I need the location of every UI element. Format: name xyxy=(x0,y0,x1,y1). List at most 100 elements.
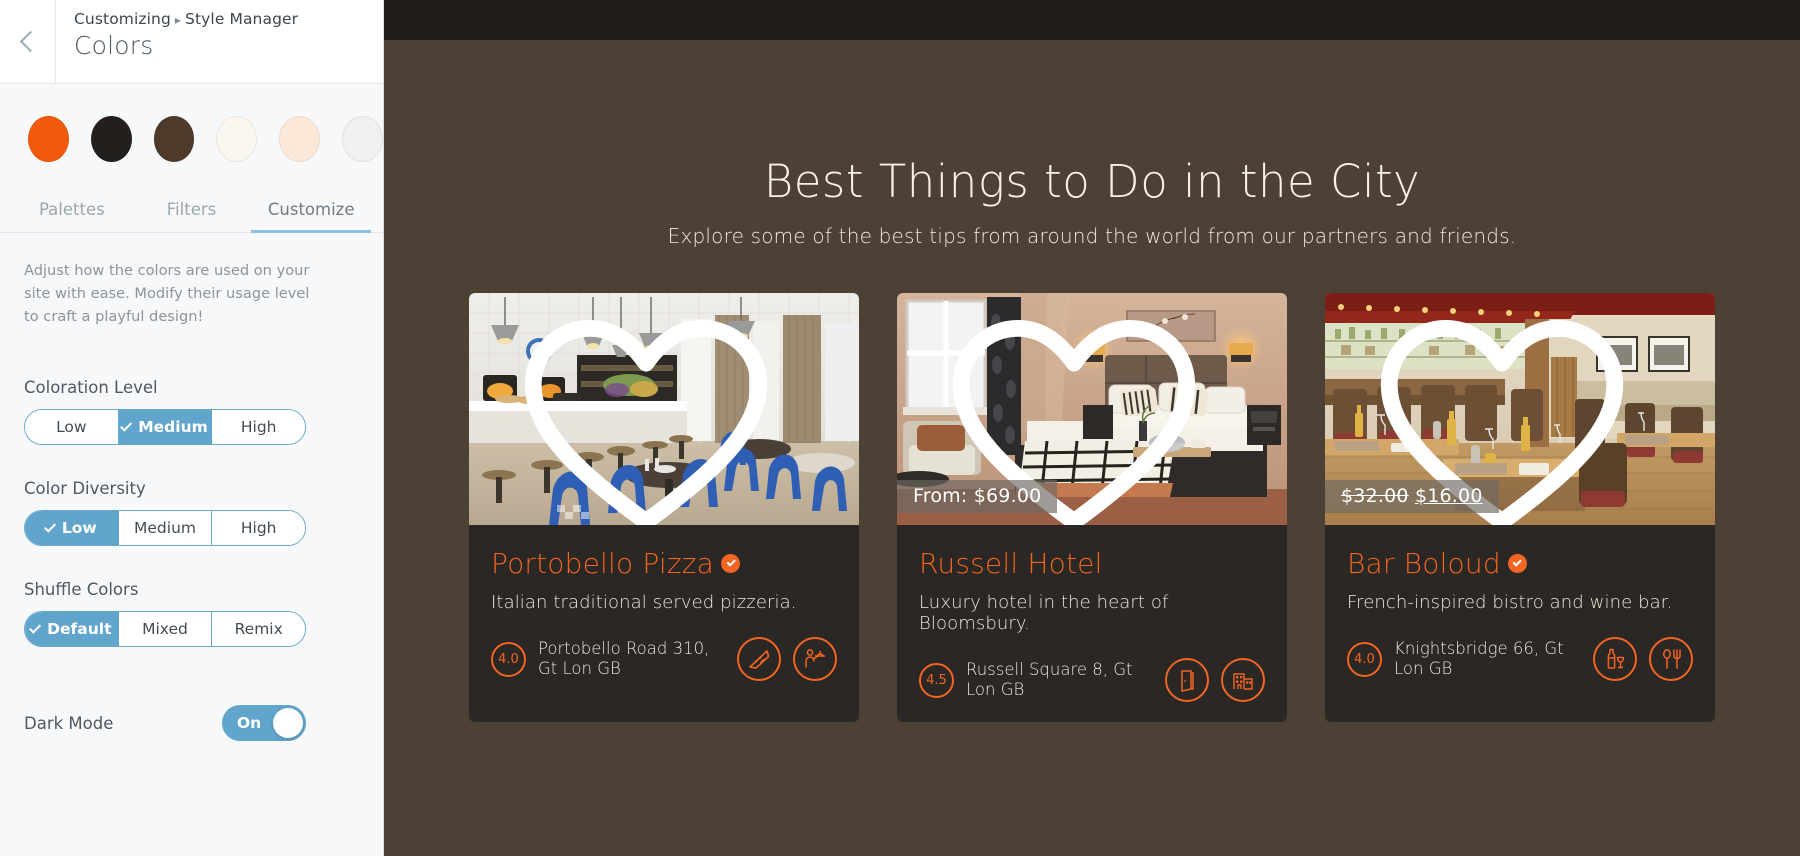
tab-customize[interactable]: Customize xyxy=(251,190,371,233)
card-description: French-inspired bistro and wine bar. xyxy=(1347,592,1673,613)
card-image-hotel: From: $69.00 xyxy=(897,293,1287,525)
dark-mode-label: Dark Mode xyxy=(24,713,114,733)
option-shuffle-remix[interactable]: Remix xyxy=(212,612,305,646)
toggle-knob xyxy=(273,708,303,738)
option-label: Low xyxy=(61,519,97,537)
rating-badge: 4.0 xyxy=(491,641,526,677)
card-title-text: Portobello Pizza xyxy=(491,547,715,580)
swatch-orange[interactable] xyxy=(28,116,69,162)
control-label-shuffle-colors: Shuffle Colors xyxy=(24,580,139,599)
card-description: Luxury hotel in the heart of Bloomsbury. xyxy=(919,592,1169,634)
price-current: $16.00 xyxy=(1414,485,1483,507)
verified-badge-icon xyxy=(1507,554,1527,573)
card-bar-boloud[interactable]: $32.00 $16.00 Bar Boloud French-inspired… xyxy=(1325,293,1715,722)
card-address: Russell Square 8, Gt Lon GB xyxy=(966,660,1133,699)
panel-body: Adjust how the colors are used on your s… xyxy=(0,233,383,741)
option-label: Remix xyxy=(234,620,283,638)
card-footer: 4.5 Russell Square 8, Gt Lon GB xyxy=(919,658,1265,702)
card-address: Knightsbridge 66, Gt Lon GB xyxy=(1394,639,1564,678)
card-action-icons xyxy=(1593,637,1693,681)
option-label: Low xyxy=(56,418,87,436)
swatch-peach[interactable] xyxy=(279,116,321,162)
tab-filters[interactable]: Filters xyxy=(132,190,252,232)
card-address: Portobello Road 310, Gt Lon GB xyxy=(538,639,710,678)
option-label: Mixed xyxy=(142,620,188,638)
preview-topbar xyxy=(384,0,1800,40)
option-coloration-medium[interactable]: Medium xyxy=(118,410,213,444)
option-label: Medium xyxy=(138,418,208,436)
swatch-brown[interactable] xyxy=(153,116,195,162)
check-icon xyxy=(120,419,133,432)
heart-outline-icon[interactable] xyxy=(469,309,841,525)
card-action-icons xyxy=(1165,658,1265,702)
price-original: $32.00 xyxy=(1341,485,1409,507)
price-current: From: $69.00 xyxy=(913,485,1042,507)
breadcrumb-parent[interactable]: Customizing xyxy=(74,10,171,28)
hero-title: Best Things to Do in the City xyxy=(763,155,1421,208)
price-badge: $32.00 $16.00 xyxy=(1325,480,1499,513)
control-shuffle-colors: Shuffle Colors Default Mixed Remix xyxy=(24,580,359,647)
control-label-coloration-level: Coloration Level xyxy=(24,378,158,397)
card-action-icons xyxy=(737,637,837,681)
pizza-slice-icon[interactable] xyxy=(737,637,781,681)
card-grid: Portobello Pizza Italian traditional ser… xyxy=(384,293,1800,722)
site-preview: Best Things to Do in the City Explore so… xyxy=(384,0,1800,856)
option-coloration-high[interactable]: High xyxy=(212,410,305,444)
card-body: Portobello Pizza Italian traditional ser… xyxy=(469,525,859,701)
control-label-color-diversity: Color Diversity xyxy=(24,479,146,498)
card-body: Bar Boloud French-inspired bistro and wi… xyxy=(1325,525,1715,701)
card-title-text: Russell Hotel xyxy=(919,547,1103,580)
option-diversity-high[interactable]: High xyxy=(212,511,305,545)
option-label: Medium xyxy=(134,519,196,537)
breadcrumb: Customizing ▸ Style Manager xyxy=(74,10,383,28)
app-screen: Customizing ▸ Style Manager Colors Palette… xyxy=(0,0,1800,856)
card-portobello-pizza[interactable]: Portobello Pizza Italian traditional ser… xyxy=(469,293,859,722)
swatch-black[interactable] xyxy=(90,116,132,162)
segmented-shuffle-colors: Default Mixed Remix xyxy=(24,611,306,647)
waiter-tray-icon[interactable] xyxy=(793,637,837,681)
panel-tabs: Palettes Filters Customize xyxy=(0,190,383,233)
card-body: Russell Hotel Luxury hotel in the heart … xyxy=(897,525,1287,722)
card-russell-hotel[interactable]: From: $69.00 Russell Hotel Luxury hotel … xyxy=(897,293,1287,722)
wine-bottle-glass-icon[interactable] xyxy=(1593,637,1637,681)
door-icon[interactable] xyxy=(1165,658,1209,702)
option-label: High xyxy=(240,519,277,537)
card-image-bistro: $32.00 $16.00 xyxy=(1325,293,1715,525)
option-diversity-low[interactable]: Low xyxy=(25,511,119,545)
hero-section: Best Things to Do in the City Explore so… xyxy=(384,40,1800,248)
swatch-grey[interactable] xyxy=(342,116,383,162)
segmented-color-diversity: Low Medium High xyxy=(24,510,306,546)
control-coloration-level: Coloration Level Low Medium High xyxy=(24,378,359,445)
option-shuffle-mixed[interactable]: Mixed xyxy=(118,612,213,646)
verified-badge-icon xyxy=(721,554,741,573)
check-icon xyxy=(29,621,42,634)
option-label: High xyxy=(240,418,277,436)
swatch-cream[interactable] xyxy=(216,116,258,162)
hotel-building-icon[interactable] xyxy=(1221,658,1265,702)
option-coloration-low[interactable]: Low xyxy=(25,410,119,444)
back-button[interactable] xyxy=(0,0,56,83)
control-color-diversity: Color Diversity Low Medium High xyxy=(24,479,359,546)
panel-description: Adjust how the colors are used on your s… xyxy=(24,262,310,325)
option-diversity-medium[interactable]: Medium xyxy=(118,511,213,545)
card-description: Italian traditional served pizzeria. xyxy=(491,592,797,613)
card-footer: 4.0 Knightsbridge 66, Gt Lon GB xyxy=(1347,637,1693,681)
chevron-left-icon xyxy=(19,30,41,53)
cutlery-icon[interactable] xyxy=(1649,637,1693,681)
card-image-pizzeria xyxy=(469,293,859,525)
check-icon xyxy=(43,520,57,533)
page-title: Colors xyxy=(74,31,154,60)
option-shuffle-default[interactable]: Default xyxy=(25,612,119,646)
tab-palettes[interactable]: Palettes xyxy=(12,190,132,232)
rating-badge: 4.0 xyxy=(1347,641,1382,677)
rating-badge: 4.5 xyxy=(919,662,954,698)
segmented-coloration-level: Low Medium High xyxy=(24,409,306,445)
color-swatch-row xyxy=(0,84,383,162)
dark-mode-row: Dark Mode On xyxy=(24,705,306,741)
card-title: Russell Hotel xyxy=(919,547,1265,580)
dark-mode-toggle[interactable]: On xyxy=(222,705,306,741)
hero-subtitle: Explore some of the best tips from aroun… xyxy=(667,224,1517,248)
breadcrumb-current: Style Manager xyxy=(185,10,299,28)
breadcrumb-separator-icon: ▸ xyxy=(174,13,182,27)
card-title: Bar Boloud xyxy=(1347,547,1693,580)
